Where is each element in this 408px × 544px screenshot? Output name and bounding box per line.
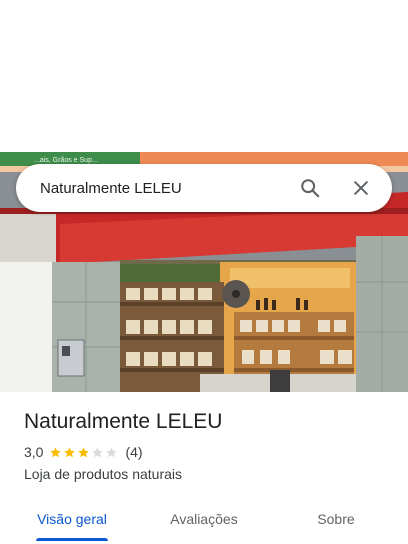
- sign-text: ...ais, Grãos e Sup...: [34, 157, 98, 164]
- review-count: (4): [125, 444, 143, 460]
- star-rating: [49, 446, 119, 459]
- search-input[interactable]: Naturalmente LELEU: [40, 180, 298, 197]
- place-title: Naturalmente LELEU: [24, 410, 223, 433]
- tab-overview[interactable]: Visão geral: [20, 498, 124, 540]
- place-category: Loja de produtos naturais: [24, 466, 182, 482]
- tab-reviews[interactable]: Avaliações: [152, 498, 256, 540]
- close-icon[interactable]: [349, 176, 373, 200]
- rating-value: 3,0: [24, 444, 44, 460]
- star-icon: [106, 446, 118, 457]
- search-bar[interactable]: Naturalmente LELEU: [16, 164, 392, 212]
- star-icon: [92, 446, 104, 457]
- rating-row[interactable]: 3,0 (4): [24, 444, 143, 460]
- star-icon: [50, 446, 62, 457]
- place-info-panel: Naturalmente LELEU 3,0 (4) Loja de produ…: [0, 392, 408, 544]
- star-icon: [78, 446, 90, 457]
- tab-bar: Visão geral Avaliações Sobre: [0, 498, 408, 544]
- active-tab-indicator: [36, 538, 108, 541]
- tab-about[interactable]: Sobre: [284, 498, 388, 540]
- star-icon: [64, 446, 76, 457]
- search-icon[interactable]: [298, 176, 322, 200]
